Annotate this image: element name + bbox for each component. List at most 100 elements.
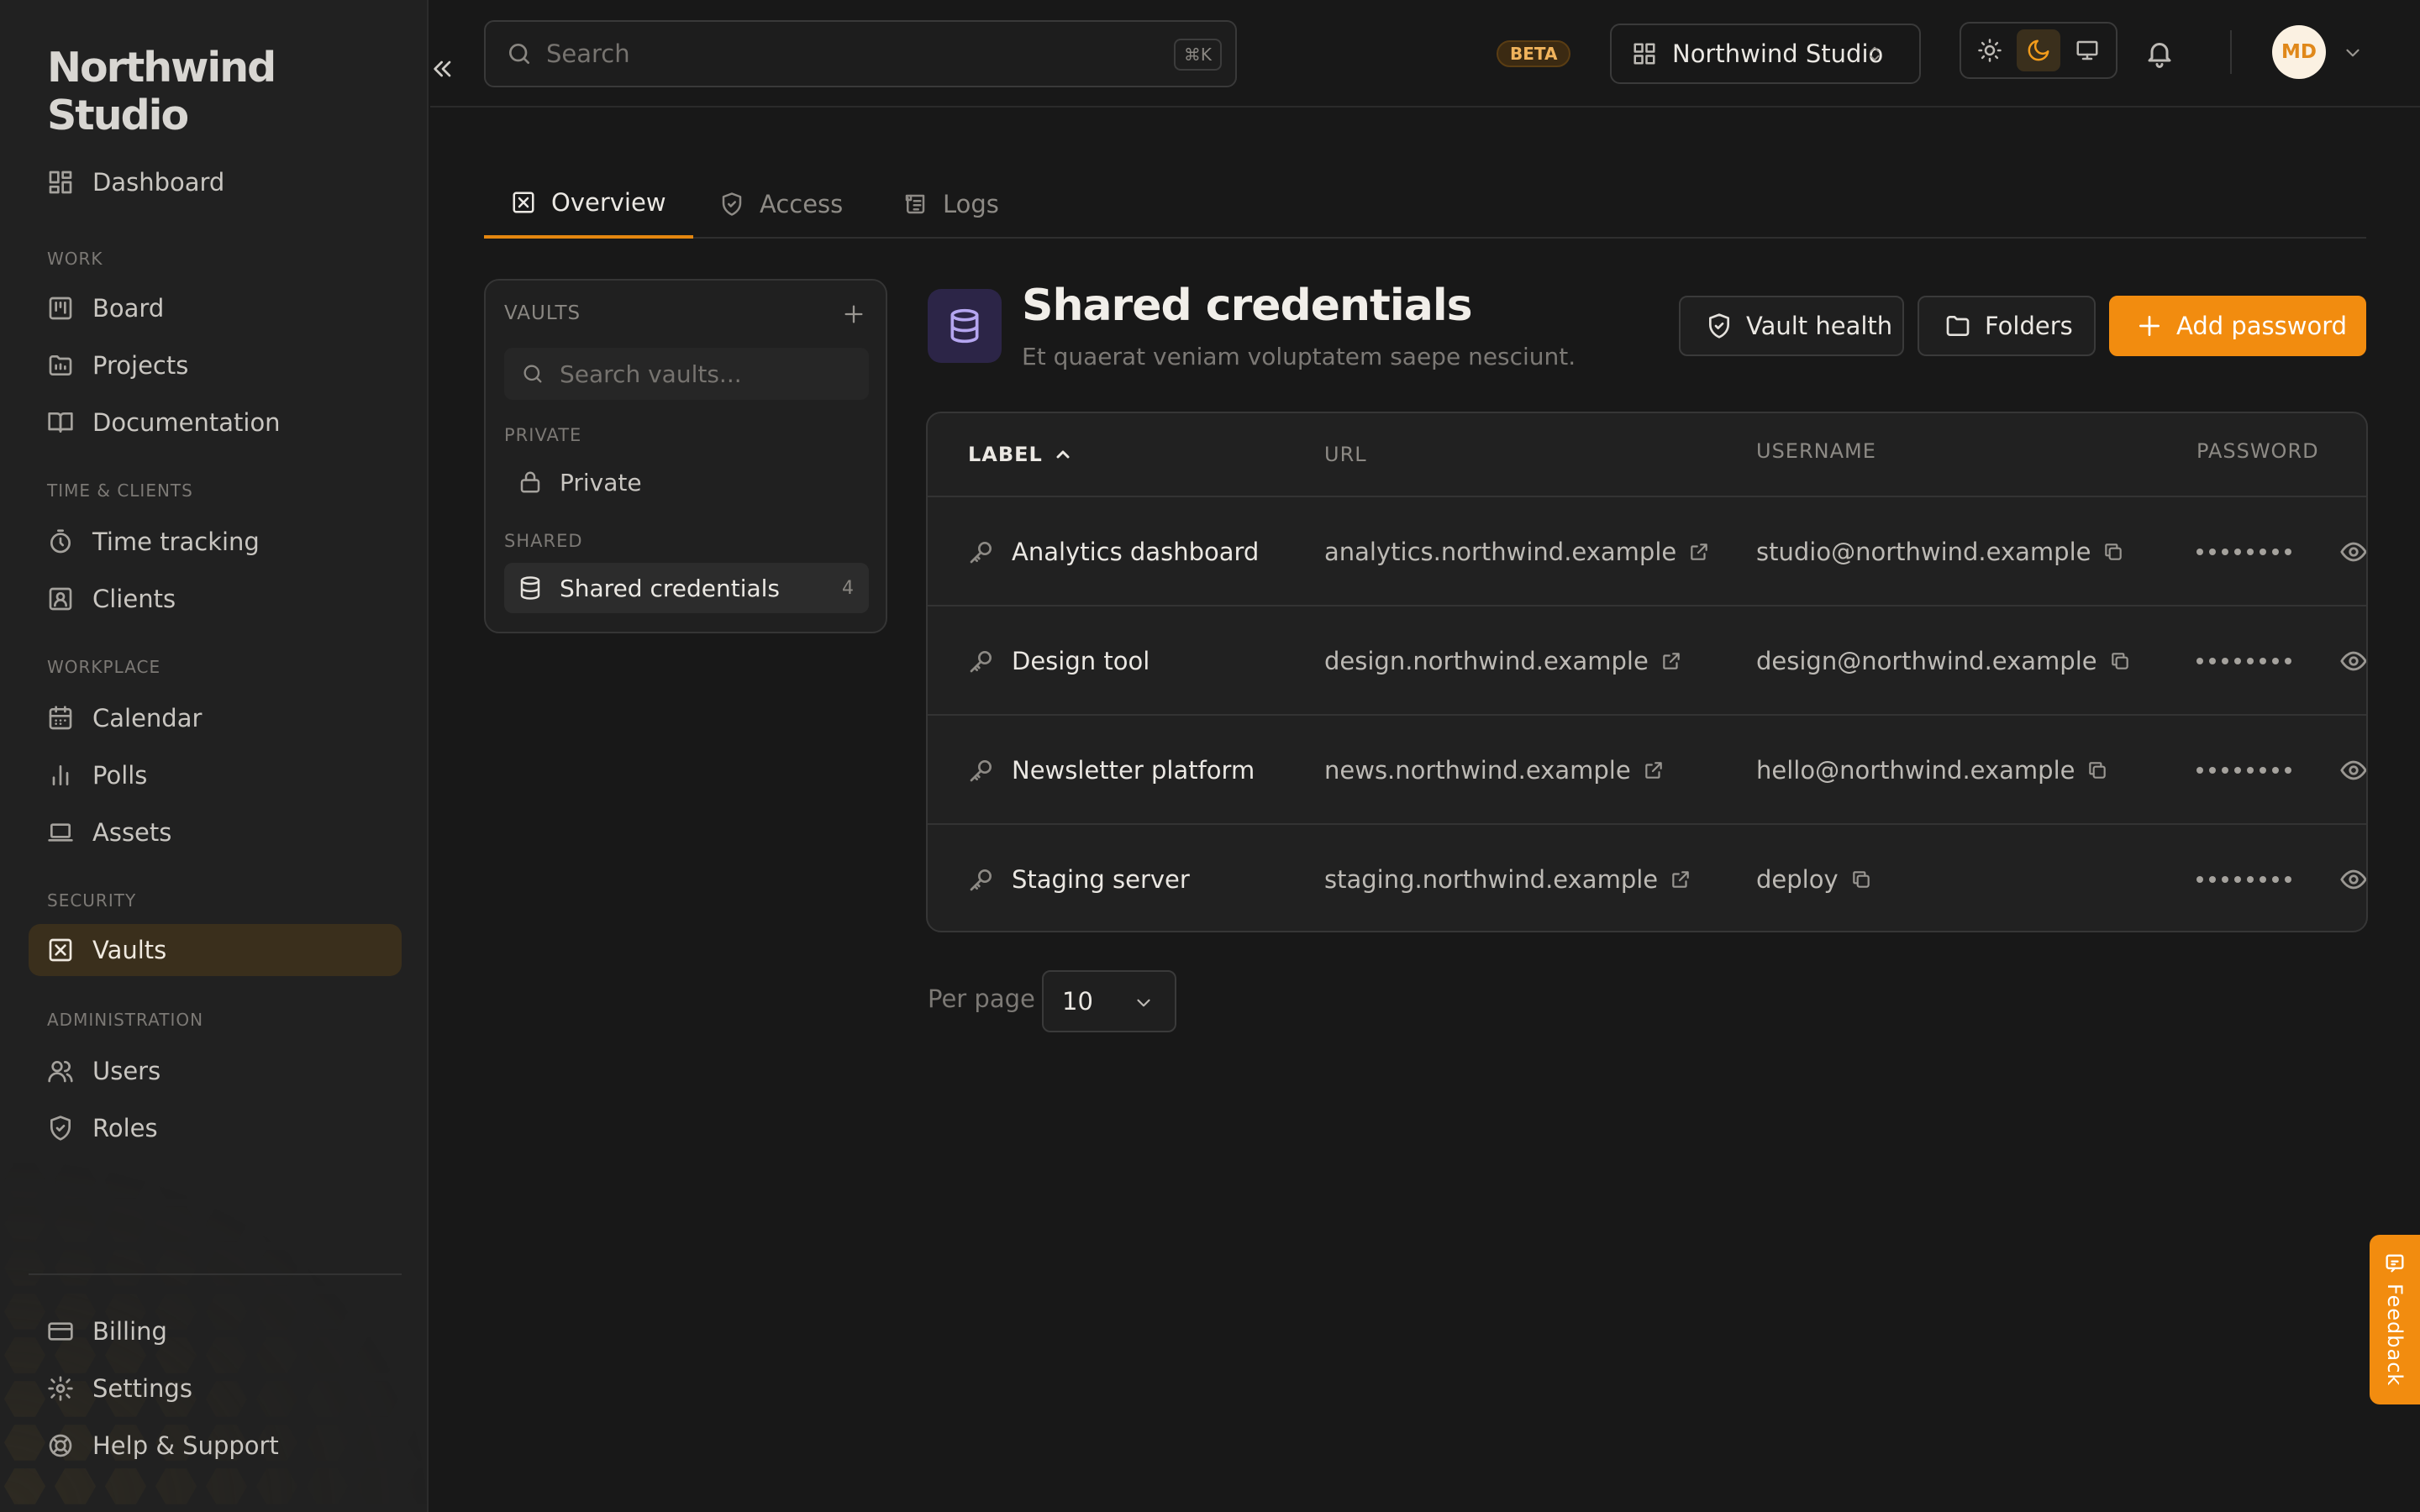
column-header-url[interactable]: URL (1324, 413, 1367, 496)
sidebar-item-assets[interactable]: Assets (29, 806, 402, 858)
eye-icon[interactable] (2339, 756, 2366, 785)
sidebar-item-clients[interactable]: Clients (29, 573, 402, 625)
row-label: Staging server (1012, 865, 1190, 894)
column-header-password[interactable]: PASSWORD (2196, 413, 2319, 492)
eye-icon[interactable] (2339, 865, 2366, 894)
vault-health-button[interactable]: Vault health (1679, 296, 1904, 356)
copy-icon[interactable] (2086, 759, 2108, 781)
sidebar-item-label: Board (92, 294, 165, 323)
sidebar-item-board[interactable]: Board (29, 282, 402, 334)
database-icon (950, 308, 979, 344)
external-link-icon[interactable] (1643, 759, 1665, 781)
theme-dark-button[interactable] (2017, 29, 2060, 71)
sidebar-item-dashboard[interactable]: Dashboard (29, 156, 402, 208)
monitor-icon (2076, 40, 2098, 60)
eye-icon[interactable] (2339, 647, 2366, 675)
vault-item-label: Private (560, 468, 642, 496)
row-label: Design tool (1012, 647, 1150, 675)
user-menu-chevron[interactable] (2341, 42, 2365, 64)
copy-icon[interactable] (1850, 869, 1872, 890)
stopwatch-icon (47, 528, 74, 555)
vault-item-count: 4 (842, 577, 854, 599)
sidebar-item-help-support[interactable]: Help & Support (29, 1420, 402, 1472)
workspace-name: Northwind Studio (1672, 39, 1884, 68)
external-link-icon[interactable] (1660, 650, 1682, 672)
vault-item-shared-credentials[interactable]: Shared credentials 4 (504, 563, 869, 613)
sidebar-item-projects[interactable]: Projects (29, 339, 402, 391)
row-username-cell: hello@northwind.example (1756, 716, 2108, 825)
tab-access[interactable]: Access (719, 170, 843, 239)
vault-description: Et quaerat veniam voluptatem saepe nesci… (1022, 343, 1576, 370)
sidebar-item-documentation[interactable]: Documentation (29, 396, 402, 449)
chevron-down-icon (1133, 992, 1155, 1014)
row-url[interactable]: design.northwind.example (1324, 647, 1649, 675)
users-icon (47, 1058, 74, 1084)
add-password-button[interactable]: Add password (2109, 296, 2366, 356)
sidebar-section-time-clients: TIME & CLIENTS (47, 480, 193, 501)
external-link-icon[interactable] (1688, 541, 1710, 563)
per-page-select[interactable]: 10 (1042, 970, 1176, 1032)
search-input[interactable]: Search ⌘K (484, 20, 1237, 87)
collapse-sidebar-button[interactable] (429, 52, 457, 86)
sidebar-section-security: SECURITY (47, 890, 137, 911)
table-row[interactable]: Newsletter platform news.northwind.examp… (928, 714, 2366, 825)
shield-check-icon (1706, 312, 1733, 339)
sidebar-item-vaults[interactable]: Vaults (29, 924, 402, 976)
column-header-username[interactable]: USERNAME (1756, 413, 1876, 492)
sidebar-item-users[interactable]: Users (29, 1045, 402, 1097)
copy-icon[interactable] (2109, 650, 2131, 672)
vault-search-placeholder: Search vaults... (560, 360, 742, 388)
row-url[interactable]: analytics.northwind.example (1324, 538, 1676, 566)
vault-search-input[interactable]: Search vaults... (504, 348, 869, 400)
sidebar-item-label: Clients (92, 585, 176, 613)
shield-icon (47, 1115, 74, 1142)
tab-overview[interactable]: Overview (484, 170, 693, 239)
sun-icon (1978, 39, 2002, 62)
brand-logo[interactable]: Northwind Studio (47, 44, 427, 139)
plus-icon (844, 305, 863, 323)
copy-icon[interactable] (2102, 541, 2124, 563)
beta-badge: BETA (1497, 40, 1571, 67)
user-avatar[interactable]: MD (2272, 25, 2326, 79)
external-link-icon[interactable] (1670, 869, 1691, 890)
sidebar-item-polls[interactable]: Polls (29, 749, 402, 801)
add-vault-button[interactable] (842, 302, 865, 326)
sidebar-item-time-tracking[interactable]: Time tracking (29, 516, 402, 568)
per-page-label: Per page (928, 984, 1035, 1013)
eye-icon[interactable] (2339, 538, 2366, 566)
row-label: Analytics dashboard (1012, 538, 1260, 566)
row-label-cell: Design tool (968, 606, 1150, 716)
theme-system-button[interactable] (2065, 29, 2109, 71)
table-row[interactable]: Design tool design.northwind.example des… (928, 605, 2366, 716)
sidebar-item-label: Calendar (92, 704, 203, 732)
vault-avatar (928, 289, 1002, 363)
column-header-label[interactable]: LABEL (968, 413, 1073, 496)
row-username: hello@northwind.example (1756, 756, 2075, 785)
header-divider (2230, 30, 2232, 74)
theme-light-button[interactable] (1968, 29, 2012, 71)
sidebar-item-billing[interactable]: Billing (29, 1305, 402, 1357)
sidebar-item-calendar[interactable]: Calendar (29, 692, 402, 744)
add-password-label: Add password (2176, 312, 2348, 340)
board-icon (47, 295, 74, 322)
row-url[interactable]: news.northwind.example (1324, 756, 1631, 785)
sidebar-item-roles[interactable]: Roles (29, 1102, 402, 1154)
feedback-tab[interactable]: Feedback (2370, 1235, 2420, 1404)
tab-logs[interactable]: Logs (902, 170, 999, 239)
row-url[interactable]: staging.northwind.example (1324, 865, 1658, 894)
workspace-switcher[interactable]: Northwind Studio (1610, 24, 1921, 84)
tab-label: Overview (551, 188, 666, 217)
folders-button[interactable]: Folders (1918, 296, 2096, 356)
vault-icon (47, 937, 74, 963)
feedback-label: Feedback (2383, 1284, 2407, 1387)
grid-icon (1632, 41, 1657, 66)
vault-item-private[interactable]: Private (504, 457, 869, 507)
sidebar-item-label: Help & Support (92, 1431, 279, 1460)
table-row[interactable]: Analytics dashboard analytics.northwind.… (928, 496, 2366, 606)
masked-password (2196, 716, 2291, 825)
notifications-button[interactable] (2144, 35, 2175, 71)
row-username-cell: studio@northwind.example (1756, 497, 2124, 606)
shield-icon (719, 192, 744, 217)
table-row[interactable]: Staging server staging.northwind.example… (928, 823, 2366, 931)
sidebar-item-settings[interactable]: Settings (29, 1362, 402, 1415)
